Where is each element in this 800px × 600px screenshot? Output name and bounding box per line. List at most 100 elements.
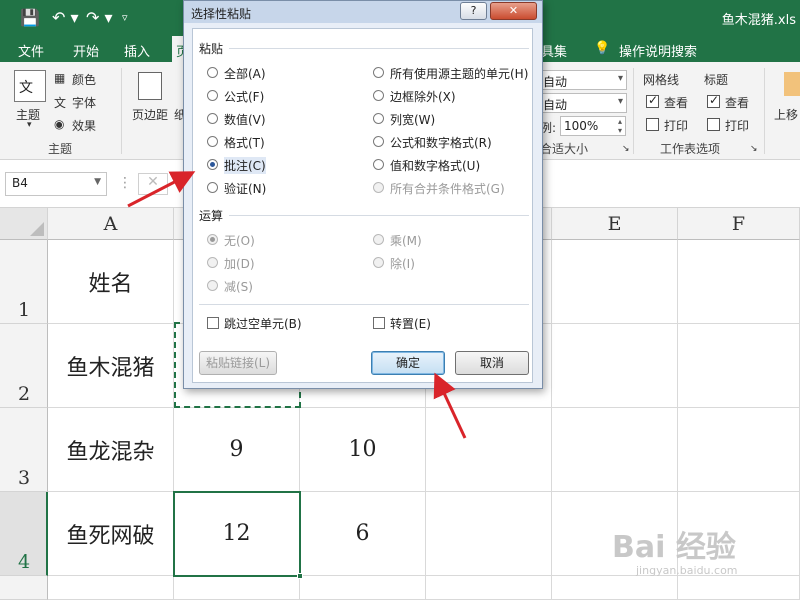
option-all-except-borders[interactable]: 边框除外(X): [390, 88, 456, 105]
skip-blanks-checkbox[interactable]: [207, 317, 219, 329]
cell-a4[interactable]: 鱼死网破: [48, 492, 174, 576]
column-header-f[interactable]: F: [678, 208, 800, 240]
option-formulas-number-formats[interactable]: 公式和数字格式(R): [390, 134, 492, 151]
option-all-source-theme[interactable]: 所有使用源主题的单元(H): [390, 65, 528, 82]
cell-b3[interactable]: 9: [174, 408, 300, 492]
cancel-formula-icon[interactable]: ✕: [138, 173, 168, 195]
radio-column-widths[interactable]: [373, 113, 384, 124]
option-column-widths[interactable]: 列宽(W): [390, 111, 435, 128]
height-select[interactable]: 自动 ▾: [539, 93, 627, 113]
option-formulas[interactable]: 公式(F): [224, 88, 264, 105]
save-icon[interactable]: 💾: [20, 8, 40, 27]
active-cell-border: [173, 491, 301, 577]
option-values-number-formats[interactable]: 值和数字格式(U): [390, 157, 480, 174]
close-button[interactable]: ✕: [490, 2, 537, 20]
bring-forward-button[interactable]: 上移: [774, 106, 798, 123]
radio-formulas-number-formats[interactable]: [373, 136, 384, 147]
radio-formulas[interactable]: [207, 90, 218, 101]
fonts-button[interactable]: 字体: [72, 94, 96, 111]
cell-e3[interactable]: [552, 408, 678, 492]
cell-f2[interactable]: [678, 324, 800, 408]
transpose-checkbox[interactable]: [373, 317, 385, 329]
cell-f5[interactable]: [678, 576, 800, 600]
cell-a3[interactable]: 鱼龙混杂: [48, 408, 174, 492]
row-header-5[interactable]: [0, 576, 48, 600]
theme-group-label: 主题: [48, 142, 73, 156]
margins-icon[interactable]: [138, 72, 162, 100]
cell-d3[interactable]: [426, 408, 552, 492]
cell-a5[interactable]: [48, 576, 174, 600]
column-header-a[interactable]: A: [48, 208, 174, 240]
radio-formats[interactable]: [207, 136, 218, 147]
ok-button[interactable]: 确定: [371, 351, 445, 375]
column-header-e[interactable]: E: [552, 208, 678, 240]
scale-group-label: 合适大小: [540, 142, 589, 156]
option-subtract: 减(S): [224, 280, 253, 294]
margins-button[interactable]: 页边距: [132, 106, 168, 123]
effects-button[interactable]: 效果: [72, 117, 96, 134]
dialog-launcher-icon[interactable]: ↘: [622, 144, 630, 154]
tab-home[interactable]: 开始: [73, 41, 99, 60]
transpose-label[interactable]: 转置(E): [390, 315, 431, 332]
cell-f1[interactable]: [678, 240, 800, 324]
cell-b5[interactable]: [174, 576, 300, 600]
bring-forward-icon[interactable]: [784, 72, 800, 96]
cell-a2[interactable]: 鱼木混猪: [48, 324, 174, 408]
fill-handle[interactable]: [297, 573, 303, 579]
cell-e2[interactable]: [552, 324, 678, 408]
skip-blanks-label[interactable]: 跳过空单元(B): [224, 315, 302, 332]
radio-all[interactable]: [207, 67, 218, 78]
undo-icon[interactable]: ↶ ▾: [52, 8, 79, 27]
tab-file[interactable]: 文件: [18, 41, 44, 60]
radio-all-except-borders[interactable]: [373, 90, 384, 101]
row-header-3[interactable]: 3: [0, 408, 48, 492]
cell-c3[interactable]: 10: [300, 408, 426, 492]
cell-f3[interactable]: [678, 408, 800, 492]
gridlines-view-checkbox[interactable]: [646, 93, 659, 108]
ribbon-separator: [121, 68, 122, 154]
width-select[interactable]: 自动 ▾: [539, 70, 627, 90]
option-divide: 除(I): [390, 257, 415, 271]
redo-icon[interactable]: ↷ ▾: [86, 8, 113, 27]
option-merge-conditional-formats: 所有合并条件格式(G): [390, 182, 505, 196]
option-comments[interactable]: 批注(C): [224, 157, 266, 174]
option-validation[interactable]: 验证(N): [224, 180, 266, 197]
theme-icon[interactable]: 文: [14, 70, 46, 102]
tab-addins[interactable]: 具集: [541, 41, 567, 60]
dialog-body: 粘贴 全部(A) 公式(F) 数值(V) 格式(T) 批注(C) 验证(N) 所…: [192, 28, 533, 383]
radio-comments[interactable]: [207, 159, 218, 170]
gridlines-print-checkbox[interactable]: [646, 118, 659, 131]
headings-view-checkbox[interactable]: [707, 93, 720, 108]
tell-me-search[interactable]: 操作说明搜索: [619, 41, 697, 60]
headings-print-checkbox[interactable]: [707, 118, 720, 131]
row-header-2[interactable]: 2: [0, 324, 48, 408]
radio-values[interactable]: [207, 113, 218, 124]
dialog-launcher-icon[interactable]: ↘: [750, 144, 758, 154]
tab-insert[interactable]: 插入: [124, 41, 150, 60]
cell-a1[interactable]: 姓名: [48, 240, 174, 324]
spinner-icon[interactable]: ▴ ▾: [618, 117, 622, 135]
row-header-1[interactable]: 1: [0, 240, 48, 324]
cell-d5[interactable]: [426, 576, 552, 600]
option-all[interactable]: 全部(A): [224, 65, 266, 82]
help-button[interactable]: ?: [460, 2, 487, 20]
name-box[interactable]: B4 ▼: [5, 172, 107, 196]
cancel-button[interactable]: 取消: [455, 351, 529, 375]
option-formats[interactable]: 格式(T): [224, 134, 265, 151]
select-all-corner[interactable]: [0, 208, 48, 240]
cell-c4[interactable]: 6: [300, 492, 426, 576]
cell-d4[interactable]: [426, 492, 552, 576]
scale-spinner[interactable]: 100% ▴ ▾: [560, 116, 626, 136]
radio-all-source-theme[interactable]: [373, 67, 384, 78]
radio-values-number-formats[interactable]: [373, 159, 384, 170]
dialog-title-bar[interactable]: 选择性粘贴 ? ✕: [184, 1, 542, 23]
colors-icon: ▦: [54, 71, 66, 85]
customize-qat-icon[interactable]: ▿: [122, 11, 128, 24]
cell-c5[interactable]: [300, 576, 426, 600]
option-values[interactable]: 数值(V): [224, 111, 266, 128]
colors-button[interactable]: 颜色: [72, 71, 96, 88]
radio-validation[interactable]: [207, 182, 218, 193]
row-header-4[interactable]: 4: [0, 492, 48, 576]
cell-e5[interactable]: [552, 576, 678, 600]
cell-e1[interactable]: [552, 240, 678, 324]
